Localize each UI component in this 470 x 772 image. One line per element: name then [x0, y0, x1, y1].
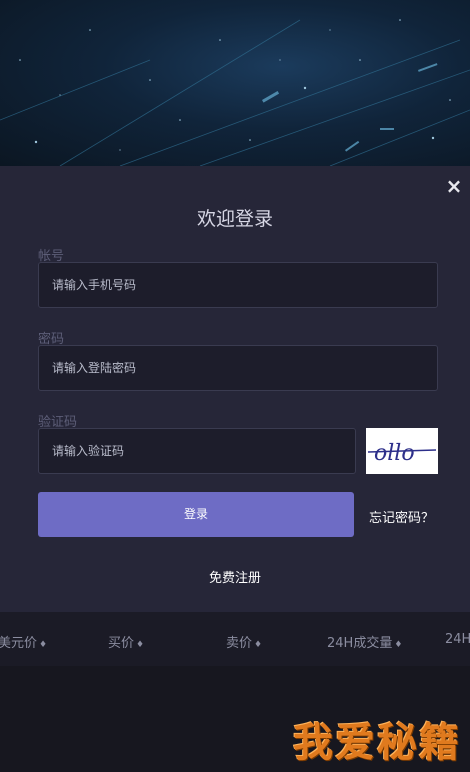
password-input[interactable]: 请输入登陆密码: [38, 345, 438, 391]
login-button[interactable]: 登录: [38, 492, 354, 537]
captcha-input[interactable]: 请输入验证码: [38, 428, 356, 474]
sort-icon: ♦: [39, 640, 48, 650]
close-icon[interactable]: ×: [444, 176, 464, 196]
sort-icon: ♦: [394, 640, 403, 650]
captcha-image[interactable]: ollo: [366, 428, 438, 474]
register-link[interactable]: 免费注册: [0, 567, 470, 586]
column-24h-change[interactable]: 24H: [445, 632, 470, 647]
sort-icon: ♦: [136, 640, 145, 650]
captcha-text: ollo: [374, 441, 415, 466]
watermark-logo: 我爱秘籍: [293, 720, 461, 766]
column-usd-price[interactable]: 美元价 ♦: [0, 632, 47, 651]
modal-title: 欢迎登录: [196, 208, 273, 230]
login-modal: × 欢迎登录 帐号 请输入手机号码 密码 请输入登陆密码 验证码 请输入验证码 …: [0, 166, 470, 612]
column-ask-price[interactable]: 卖价 ♦: [226, 632, 262, 651]
page: × 欢迎登录 帐号 请输入手机号码 密码 请输入登陆密码 验证码 请输入验证码 …: [0, 0, 470, 772]
account-input[interactable]: 请输入手机号码: [38, 262, 438, 308]
forgot-password-link[interactable]: 忘记密码？: [369, 507, 434, 526]
hero-starry-background: [0, 0, 470, 166]
sort-icon: ♦: [254, 640, 263, 650]
column-24h-volume[interactable]: 24H成交量 ♦: [327, 632, 402, 651]
column-bid-price[interactable]: 买价 ♦: [108, 632, 144, 651]
market-table-header: 美元价 ♦ 买价 ♦ 卖价 ♦ 24H成交量 ♦ 24H: [0, 612, 470, 666]
